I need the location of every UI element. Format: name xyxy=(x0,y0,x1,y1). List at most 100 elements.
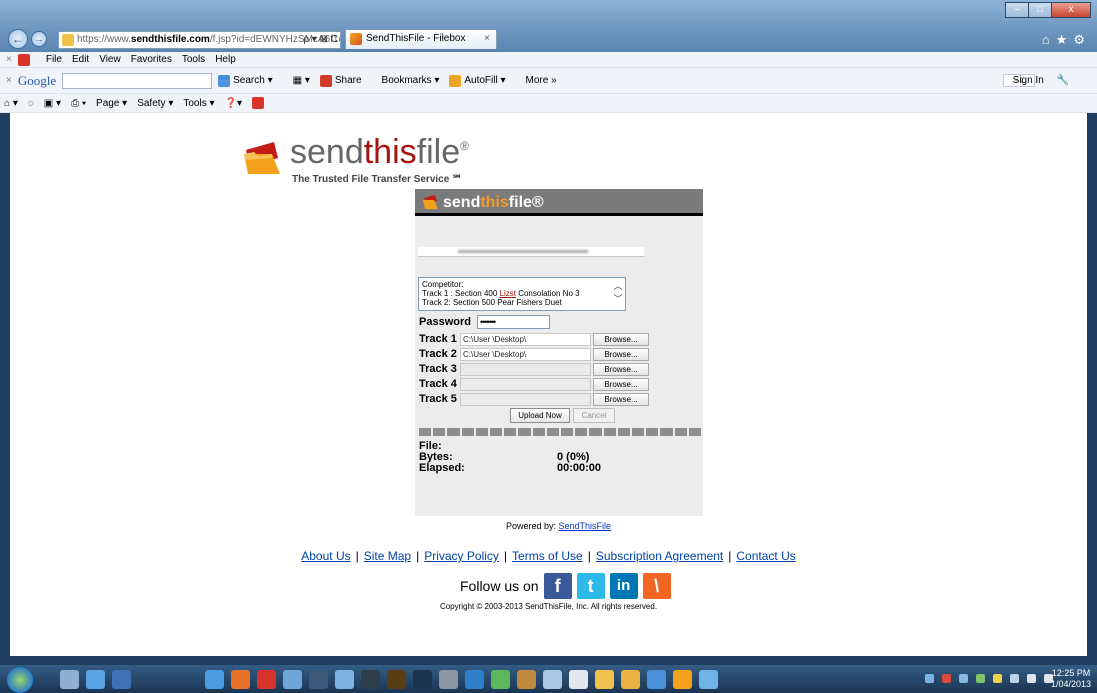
menu-help[interactable]: Help xyxy=(215,54,236,65)
track-2-field[interactable]: C:\User \Desktop\ xyxy=(460,347,591,361)
minimize-button[interactable]: – xyxy=(1005,2,1029,18)
app-light-icon[interactable] xyxy=(335,670,354,689)
addon-red-icon[interactable] xyxy=(17,53,30,66)
track-1-field[interactable]: C:\User \Desktop\ xyxy=(460,332,591,346)
app-white-icon[interactable] xyxy=(569,670,588,689)
back-button[interactable]: ← xyxy=(8,29,28,49)
app-pale-icon[interactable] xyxy=(543,670,562,689)
app-green-icon[interactable] xyxy=(491,670,510,689)
network-icon[interactable] xyxy=(1027,674,1036,683)
app-blue-icon[interactable] xyxy=(283,670,302,689)
menu-tools[interactable]: Tools xyxy=(182,54,205,65)
footer-link-privacy[interactable]: Privacy Policy xyxy=(424,549,499,563)
powered-by-link[interactable]: SendThisFile xyxy=(559,521,612,531)
scroll-up-icon[interactable]: ︿ xyxy=(613,280,623,293)
app-blue2-icon[interactable] xyxy=(647,670,666,689)
address-bar-controls[interactable]: ρ ▾ ⊠ C xyxy=(303,32,338,48)
sign-in-link[interactable]: Sign In 🔧 xyxy=(1013,75,1079,86)
tray-icon[interactable] xyxy=(1010,674,1019,683)
maximize-button[interactable]: □ xyxy=(1028,2,1052,18)
track-3-browse-button[interactable]: Browse... xyxy=(593,362,649,376)
tools-menu[interactable]: Tools ▾ xyxy=(183,98,214,109)
browser-tab[interactable]: SendThisFile - Filebox × xyxy=(345,29,497,49)
settings-gear-icon[interactable]: ⚙ xyxy=(1073,32,1091,47)
track-3-field[interactable] xyxy=(460,362,591,376)
feeds-icon[interactable]: ◌ xyxy=(28,98,34,109)
footer-link-contact[interactable]: Contact Us xyxy=(736,549,795,563)
track-4-browse-button[interactable]: Browse... xyxy=(593,377,649,391)
safety-menu[interactable]: Safety ▾ xyxy=(137,98,173,109)
app-dark-icon[interactable] xyxy=(309,670,328,689)
footer-link-terms[interactable]: Terms of Use xyxy=(512,549,583,563)
track-5-browse-button[interactable]: Browse... xyxy=(593,392,649,406)
toolbar-grid-icon[interactable]: ▦ ▾ xyxy=(293,75,310,86)
twitter-icon[interactable]: t xyxy=(576,573,605,599)
photoshop-icon[interactable] xyxy=(413,670,432,689)
tray-icon[interactable] xyxy=(976,674,985,683)
footer-link-about[interactable]: About Us xyxy=(301,549,350,563)
menu-favorites[interactable]: Favorites xyxy=(131,54,172,65)
bookmarks-button[interactable]: Bookmarks ▾ xyxy=(382,75,440,86)
home-icon[interactable]: ⌂ xyxy=(1042,32,1056,47)
lightroom-icon[interactable] xyxy=(361,670,380,689)
app-red-icon[interactable] xyxy=(257,670,276,689)
share-button[interactable]: Share xyxy=(319,74,372,87)
menu-edit[interactable]: Edit xyxy=(72,54,89,65)
tab-close-button[interactable]: × xyxy=(484,30,490,48)
read-mail-icon[interactable]: ▣ ▾ xyxy=(44,98,61,109)
app-tan-icon[interactable] xyxy=(517,670,536,689)
autofill-button[interactable]: AutoFill ▾ xyxy=(449,74,515,87)
track-5-field[interactable] xyxy=(460,392,591,406)
google-search-button[interactable]: Search ▾ xyxy=(218,74,282,87)
menu-bar-close-icon[interactable]: × xyxy=(6,54,12,65)
explorer-icon[interactable] xyxy=(60,670,79,689)
bridge-icon[interactable] xyxy=(387,670,406,689)
forward-button[interactable]: → xyxy=(31,31,47,47)
firefox-icon[interactable] xyxy=(231,670,250,689)
close-window-button[interactable]: x xyxy=(1051,2,1091,18)
more-button[interactable]: More » xyxy=(526,75,557,86)
tray-icon[interactable] xyxy=(959,674,968,683)
tray-icon[interactable] xyxy=(925,674,934,683)
password-field[interactable]: ••••••• xyxy=(476,315,550,329)
addon-cmd-icon[interactable] xyxy=(251,97,264,109)
page-menu[interactable]: Page ▾ xyxy=(96,98,127,109)
footer-link-subscription[interactable]: Subscription Agreement xyxy=(596,549,723,563)
address-bar[interactable]: https://www.sendthisfile.com/f.jsp?id=dE… xyxy=(58,31,341,49)
cancel-button[interactable]: Cancel xyxy=(573,408,615,423)
ie-pinned-icon[interactable] xyxy=(205,670,224,689)
menu-view[interactable]: View xyxy=(99,54,121,65)
app-yellow-icon[interactable] xyxy=(595,670,614,689)
start-button[interactable] xyxy=(7,667,33,693)
rss-icon[interactable]: \ xyxy=(642,573,671,599)
password-label: Password xyxy=(419,316,471,328)
favorites-star-icon[interactable]: ★ xyxy=(1056,32,1074,47)
app-orange-icon[interactable] xyxy=(673,670,692,689)
app-gray-icon[interactable] xyxy=(439,670,458,689)
internet-explorer-icon[interactable] xyxy=(86,670,105,689)
print-icon[interactable]: ⎙ ▾ xyxy=(71,98,86,109)
upload-now-button[interactable]: Upload Now xyxy=(510,408,570,423)
wrench-icon[interactable]: 🔧 xyxy=(1057,75,1069,86)
word-icon[interactable] xyxy=(112,670,131,689)
linkedin-icon[interactable]: in xyxy=(609,573,638,599)
toolbar-close-icon[interactable]: × xyxy=(6,75,12,86)
home-cmd-icon[interactable]: ⌂ ▾ xyxy=(4,98,18,109)
scroll-down-icon[interactable]: ﹀ xyxy=(613,293,623,306)
app-wave-icon[interactable] xyxy=(465,670,484,689)
url-prefix: https://www. xyxy=(77,34,131,45)
tray-icon[interactable] xyxy=(993,674,1002,683)
facebook-icon[interactable]: f xyxy=(543,573,572,599)
system-clock[interactable]: 12:25 PM 1/04/2013 xyxy=(1051,668,1091,690)
help-icon[interactable]: ❓▾ xyxy=(225,98,242,109)
track-2-browse-button[interactable]: Browse... xyxy=(593,347,649,361)
track-4-field[interactable] xyxy=(460,377,591,391)
menu-file[interactable]: File xyxy=(46,54,62,65)
ie-icon[interactable] xyxy=(699,670,718,689)
footer-link-sitemap[interactable]: Site Map xyxy=(364,549,411,563)
folder-icon[interactable] xyxy=(621,670,640,689)
google-search-input[interactable] xyxy=(62,72,213,89)
tray-icon[interactable] xyxy=(942,674,951,683)
track-1-browse-button[interactable]: Browse... xyxy=(593,332,649,346)
info-scrollbar[interactable]: ︿ ﹀ xyxy=(613,280,623,306)
